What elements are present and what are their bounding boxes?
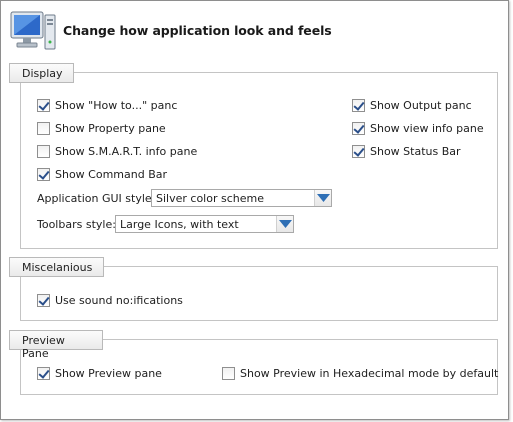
checkbox-box[interactable] bbox=[222, 366, 235, 380]
toolbar-style-label: Toolbars style: bbox=[37, 218, 116, 231]
toolbar-style-dropdown[interactable]: Large Icons, with text bbox=[115, 215, 294, 233]
checkbox-box[interactable] bbox=[352, 121, 365, 135]
computer-monitor-icon bbox=[10, 11, 56, 50]
show-preview-hex-checkbox[interactable]: Show Preview in Hexadecimal mode by defa… bbox=[222, 365, 498, 381]
chevron-down-icon[interactable] bbox=[276, 216, 293, 232]
display-section-header: Display bbox=[9, 63, 74, 83]
use-sound-notifications-checkbox[interactable]: Use sound no:ifications bbox=[37, 292, 183, 308]
chevron-down-icon[interactable] bbox=[314, 190, 331, 206]
checkbox-box[interactable] bbox=[37, 293, 50, 307]
show-preview-pane-checkbox[interactable]: Show Preview pane bbox=[37, 365, 162, 381]
checkbox-box[interactable] bbox=[37, 366, 50, 380]
checkbox-label: Show S.M.A.R.T. info pane bbox=[55, 144, 198, 158]
checkbox-box[interactable] bbox=[37, 167, 50, 181]
checkbox-box[interactable] bbox=[37, 121, 50, 135]
toolbar-style-value: Large Icons, with text bbox=[120, 217, 239, 231]
settings-panel: Change how application look and feels Di… bbox=[0, 0, 509, 420]
show-command-bar-checkbox[interactable]: Show Command Bar bbox=[37, 166, 167, 182]
show-view-info-pane-checkbox[interactable]: Show view info pane bbox=[352, 120, 484, 136]
checkbox-box[interactable] bbox=[352, 144, 365, 158]
show-smart-pane-checkbox[interactable]: Show S.M.A.R.T. info pane bbox=[37, 143, 197, 159]
page-title: Change how application look and feels bbox=[63, 23, 332, 38]
checkbox-label: Show Property pane bbox=[55, 121, 166, 135]
checkbox-label: Show Preview pane bbox=[55, 366, 162, 380]
checkbox-label: Show "How to..." panc bbox=[55, 98, 178, 112]
show-howto-checkbox[interactable]: Show "How to..." panc bbox=[37, 97, 177, 113]
checkbox-box[interactable] bbox=[37, 98, 50, 112]
checkbox-label: Show Preview in Hexadecimal mode by defa… bbox=[240, 366, 499, 380]
show-output-pane-checkbox[interactable]: Show Output panc bbox=[352, 97, 472, 113]
checkbox-box[interactable] bbox=[352, 98, 365, 112]
gui-style-dropdown[interactable]: Silver color scheme bbox=[151, 189, 332, 207]
checkbox-label: Show view info pane bbox=[370, 121, 484, 135]
preview-section-header: Preview Pane bbox=[9, 330, 103, 360]
show-property-pane-checkbox[interactable]: Show Property pane bbox=[37, 120, 166, 136]
checkbox-label: Show Output panc bbox=[370, 98, 472, 112]
checkbox-label: Show Command Bar bbox=[55, 167, 168, 181]
checkbox-box[interactable] bbox=[37, 144, 50, 158]
gui-style-value: Silver color scheme bbox=[156, 191, 264, 205]
gui-style-label: Application GUI style: bbox=[37, 192, 156, 205]
checkbox-label: Use sound no:ifications bbox=[55, 293, 183, 307]
checkbox-label: Show Status Bar bbox=[370, 144, 461, 158]
show-status-bar-checkbox[interactable]: Show Status Bar bbox=[352, 143, 461, 159]
misc-section-header: Miscelanious bbox=[9, 257, 104, 277]
